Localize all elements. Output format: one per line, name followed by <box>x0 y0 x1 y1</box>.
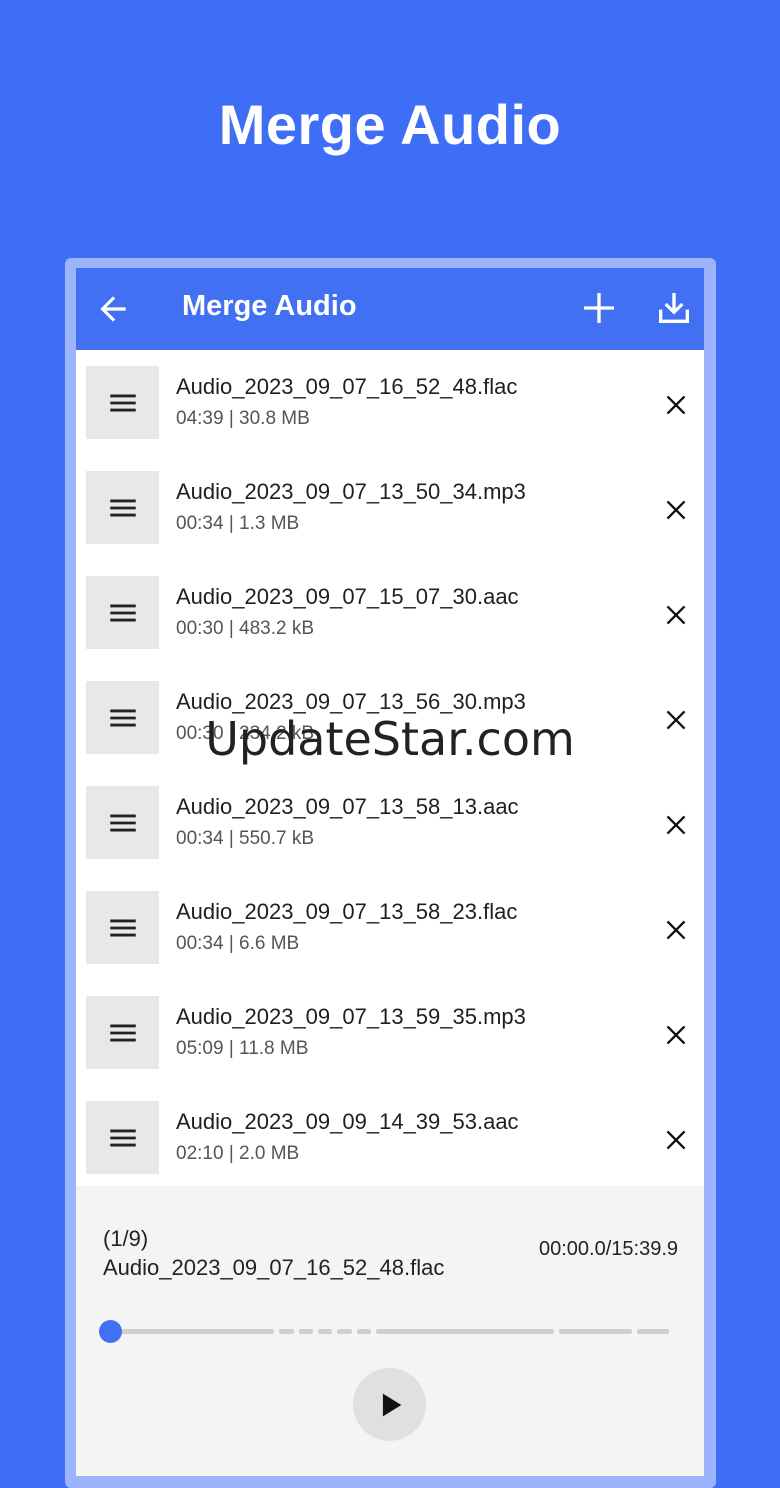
drag-handle-icon <box>109 499 136 516</box>
file-meta: 05:09 | 11.8 MB <box>176 1038 309 1059</box>
track-segment <box>111 1329 274 1334</box>
now-playing-label: (1/9) Audio_2023_09_07_16_52_48.flac <box>103 1226 445 1280</box>
drag-handle-icon <box>109 1024 136 1041</box>
list-item[interactable]: Audio_2023_09_09_14_39_53.aac 02:10 | 2.0… <box>76 1085 704 1190</box>
drag-handle-icon <box>109 1129 136 1146</box>
drag-handle-icon <box>109 604 136 621</box>
file-meta: 04:39 | 30.8 MB <box>176 408 310 429</box>
track-segment <box>376 1329 554 1334</box>
drag-handle-icon <box>109 814 136 831</box>
file-name: Audio_2023_09_07_13_50_34.mp3 <box>176 479 526 504</box>
track-segment <box>559 1329 632 1334</box>
file-meta: 00:34 | 1.3 MB <box>176 513 300 534</box>
remove-icon[interactable] <box>662 1021 690 1049</box>
drag-handle[interactable] <box>86 366 159 439</box>
remove-icon[interactable] <box>662 1126 690 1154</box>
play-button[interactable] <box>353 1368 426 1441</box>
list-item[interactable]: Audio_2023_09_07_13_59_35.mp3 05:09 | 11.… <box>76 980 704 1085</box>
track-segment <box>337 1329 352 1334</box>
player-panel: (1/9) Audio_2023_09_07_16_52_48.flac 00:… <box>76 1186 704 1476</box>
list-item[interactable]: Audio_2023_09_07_13_58_13.aac 00:34 | 550… <box>76 770 704 875</box>
app-bar: Merge Audio <box>76 268 704 350</box>
drag-handle[interactable] <box>86 1101 159 1174</box>
remove-icon[interactable] <box>662 496 690 524</box>
file-meta: 00:34 | 550.7 kB <box>176 828 315 849</box>
app-screen: Merge Audio Audio_2023_09_07_16_52_48.fl… <box>76 268 704 1476</box>
file-name: Audio_2023_09_07_16_52_48.flac <box>176 374 518 399</box>
track-segment <box>318 1329 332 1334</box>
file-name: Audio_2023_09_07_13_59_35.mp3 <box>176 1004 526 1029</box>
list-item[interactable]: Audio_2023_09_07_16_52_48.flac 04:39 | 30… <box>76 350 704 455</box>
file-name: Audio_2023_09_07_15_07_30.aac <box>176 584 519 609</box>
drag-handle[interactable] <box>86 576 159 649</box>
play-icon <box>382 1393 401 1416</box>
seek-bar[interactable] <box>99 1320 671 1343</box>
remove-icon[interactable] <box>662 811 690 839</box>
file-meta: 02:10 | 2.0 MB <box>176 1143 300 1164</box>
drag-handle-icon <box>109 919 136 936</box>
watermark-text: UpdateStar.com <box>205 712 575 766</box>
promo-title: Merge Audio <box>218 93 562 156</box>
file-name: Audio_2023_09_09_14_39_53.aac <box>176 1109 519 1134</box>
drag-handle[interactable] <box>86 891 159 964</box>
list-item[interactable]: Audio_2023_09_07_13_50_34.mp3 00:34 | 1.3… <box>76 455 704 560</box>
track-segment <box>357 1329 371 1334</box>
remove-icon[interactable] <box>662 601 690 629</box>
drag-handle[interactable] <box>86 996 159 1069</box>
seek-thumb[interactable] <box>99 1320 122 1343</box>
remove-icon[interactable] <box>662 916 690 944</box>
track-segment <box>637 1329 669 1334</box>
file-name: Audio_2023_09_07_13_58_23.flac <box>176 899 518 924</box>
save-download-icon[interactable] <box>654 288 694 328</box>
drag-handle[interactable] <box>86 471 159 544</box>
playback-time: 00:00.0/15:39.9 <box>538 1238 678 1260</box>
list-item[interactable]: Audio_2023_09_07_15_07_30.aac 00:30 | 483… <box>76 560 704 665</box>
audio-file-list: Audio_2023_09_07_16_52_48.flac 04:39 | 30… <box>76 350 704 1190</box>
remove-icon[interactable] <box>662 391 690 419</box>
back-arrow-icon[interactable] <box>94 290 132 328</box>
track-segment <box>279 1329 294 1334</box>
drag-handle-icon <box>109 394 136 411</box>
file-meta: 00:30 | 483.2 kB <box>176 618 315 639</box>
list-item[interactable]: Audio_2023_09_07_13_58_23.flac 00:34 | 6.… <box>76 875 704 980</box>
file-name: Audio_2023_09_07_13_58_13.aac <box>176 794 519 819</box>
track-segment <box>299 1329 313 1334</box>
drag-handle[interactable] <box>86 786 159 859</box>
add-icon[interactable] <box>579 288 619 328</box>
app-bar-title: Merge Audio <box>182 290 357 322</box>
file-meta: 00:34 | 6.6 MB <box>176 933 300 954</box>
